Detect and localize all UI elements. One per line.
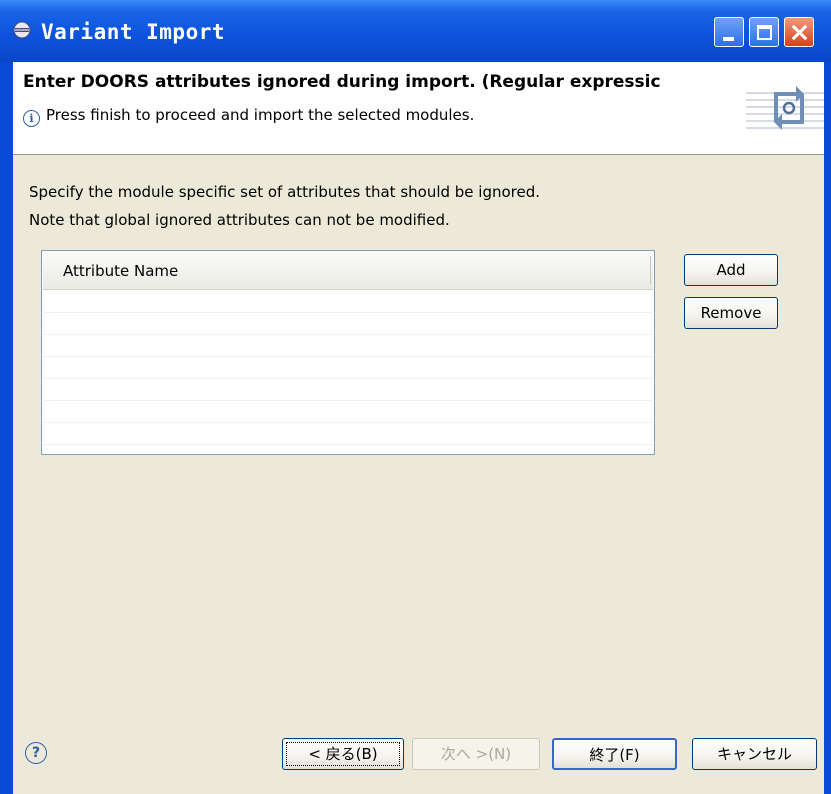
wizard-banner-image bbox=[746, 62, 824, 154]
info-icon: i bbox=[23, 110, 40, 127]
table-row[interactable] bbox=[43, 356, 653, 357]
dialog-window: Variant Import Enter DOORS attributes ig… bbox=[0, 0, 831, 794]
back-button[interactable]: < 戻る(B) bbox=[282, 738, 404, 770]
wizard-header: Enter DOORS attributes ignored during im… bbox=[13, 62, 824, 155]
minimize-button[interactable] bbox=[714, 17, 744, 47]
description-line-2: Note that global ignored attributes can … bbox=[29, 211, 450, 229]
description-line-1: Specify the module specific set of attri… bbox=[29, 183, 541, 201]
dialog-client-area: Enter DOORS attributes ignored during im… bbox=[13, 62, 824, 794]
table-row[interactable] bbox=[43, 422, 653, 423]
wizard-page-title: Enter DOORS attributes ignored during im… bbox=[23, 72, 661, 92]
window-title: Variant Import bbox=[41, 20, 226, 44]
table-row[interactable] bbox=[43, 312, 653, 313]
table-header: Attribute Name bbox=[43, 252, 653, 290]
maximize-button[interactable] bbox=[749, 17, 779, 47]
help-icon[interactable]: ? bbox=[25, 742, 47, 764]
cancel-button[interactable]: キャンセル bbox=[692, 738, 817, 770]
next-button[interactable]: 次へ >(N) bbox=[412, 738, 540, 770]
column-header-attribute-name[interactable]: Attribute Name bbox=[63, 262, 178, 280]
remove-button[interactable]: Remove bbox=[684, 297, 778, 329]
wizard-message-text: Press finish to proceed and import the s… bbox=[46, 106, 475, 124]
finish-button[interactable]: 終了(F) bbox=[552, 738, 677, 770]
title-bar[interactable]: Variant Import bbox=[0, 0, 831, 62]
ignored-attributes-table[interactable]: Attribute Name bbox=[41, 250, 655, 455]
close-button[interactable] bbox=[784, 17, 814, 47]
table-row[interactable] bbox=[43, 400, 653, 401]
table-row[interactable] bbox=[43, 378, 653, 379]
wizard-message: i Press finish to proceed and import the … bbox=[23, 106, 474, 127]
table-row[interactable] bbox=[43, 444, 653, 445]
table-row[interactable] bbox=[43, 334, 653, 335]
column-separator[interactable] bbox=[650, 256, 651, 284]
add-button[interactable]: Add bbox=[684, 254, 778, 286]
variant-import-icon bbox=[774, 86, 804, 130]
eclipse-icon bbox=[13, 21, 31, 39]
